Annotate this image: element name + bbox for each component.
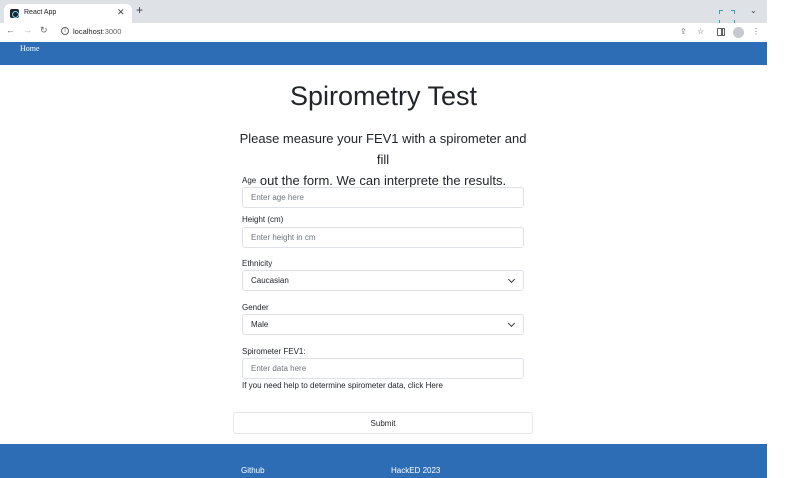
kebab-menu-icon[interactable]: ⋮ (752, 27, 760, 36)
fev1-label: Spirometer FEV1: (242, 347, 306, 356)
browser-tab-strip: React App ✕ + ⌄ (0, 0, 767, 24)
profile-icon[interactable] (733, 27, 744, 38)
tab-title: React App (24, 9, 57, 16)
react-favicon-icon (10, 9, 19, 18)
nav-home-link[interactable]: Home (20, 44, 40, 53)
age-input[interactable] (242, 187, 524, 208)
navbar: Home (0, 42, 767, 65)
intro-line-1: Please measure your FEV1 with a spiromet… (239, 131, 527, 167)
fev1-input[interactable] (242, 358, 524, 379)
chevron-down-icon (507, 275, 516, 284)
close-icon[interactable]: ✕ (117, 7, 125, 18)
github-link[interactable]: Github (241, 466, 265, 475)
info-icon[interactable]: i (61, 27, 69, 35)
height-input[interactable] (242, 227, 524, 248)
star-icon[interactable]: ☆ (697, 27, 704, 36)
reload-icon[interactable]: ↻ (40, 25, 48, 36)
footer: Github HackED 2023 (0, 444, 767, 478)
address-bar[interactable]: i localhost:3000 (55, 24, 670, 40)
forward-arrow-icon[interactable]: → (23, 25, 32, 35)
ethnicity-label: Ethnicity (242, 259, 273, 268)
gender-select[interactable]: Male (242, 314, 524, 335)
submit-button[interactable]: Submit (233, 412, 533, 434)
chevron-down-icon (507, 319, 516, 328)
page-title: Spirometry Test (289, 81, 478, 111)
ethnicity-select[interactable]: Caucasian (242, 270, 524, 291)
ethnicity-value: Caucasian (251, 276, 289, 285)
screenshot-frame-icon (719, 10, 735, 24)
age-label: Age (242, 176, 257, 185)
side-panel-icon[interactable] (717, 28, 725, 36)
intro-text: Please measure your FEV1 with a spiromet… (233, 128, 533, 191)
back-arrow-icon[interactable]: ← (6, 25, 15, 35)
footer-copyright: HackED 2023 (391, 466, 441, 475)
height-label: Height (cm) (242, 215, 284, 224)
share-icon[interactable]: ⇪ (680, 27, 687, 36)
url-text: localhost:3000 (73, 27, 122, 36)
help-text[interactable]: If you need help to determine spirometer… (242, 381, 443, 390)
browser-tab[interactable]: React App ✕ (4, 4, 132, 23)
chevron-down-icon[interactable]: ⌄ (750, 6, 757, 15)
browser-toolbar: ← → ↻ i localhost:3000 ⇪ ☆ ⋮ (0, 23, 767, 42)
gender-value: Male (251, 320, 269, 329)
plus-icon[interactable]: + (136, 3, 143, 17)
gender-label: Gender (242, 303, 269, 312)
